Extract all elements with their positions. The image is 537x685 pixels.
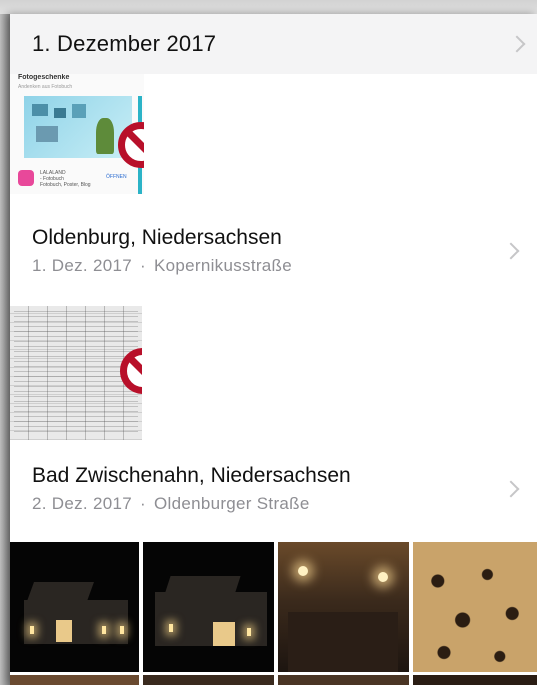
section-subtitle: 2. Dez. 2017 · Oldenburger Straße <box>32 494 351 514</box>
section-header-bad-zwischenahn[interactable]: Bad Zwischenahn, Niedersachsen 2. Dez. 2… <box>10 448 537 530</box>
ceiling-lamp <box>298 566 308 576</box>
section-date: 1. Dez. 2017 <box>32 256 132 275</box>
house-silhouette <box>155 592 267 646</box>
crowd-silhouette <box>288 612 398 672</box>
section-header-date[interactable]: 1. Dezember 2017 <box>10 14 537 74</box>
thumb-app-desc: Fotobuch, Poster, Blog <box>40 182 91 188</box>
section-date: 2. Dez. 2017 <box>32 494 132 513</box>
photo-thumbnail[interactable] <box>143 675 274 685</box>
roof-silhouette <box>25 582 95 604</box>
photo-thumbnail[interactable] <box>413 675 537 685</box>
app-icon <box>18 170 34 186</box>
section-header-oldenburg[interactable]: Oldenburg, Niedersachsen 1. Dez. 2017 · Ko… <box>10 210 537 292</box>
ceiling-lamp <box>378 572 388 582</box>
house-silhouette <box>24 600 128 644</box>
chevron-right-icon <box>502 242 520 260</box>
window-left-border <box>0 14 10 685</box>
photos-moments-view: 1. Dezember 2017 Fotogeschenke Andenken … <box>10 14 537 685</box>
section-street: Kopernikusstraße <box>153 256 292 275</box>
thumb-open-button: ÖFFNEN <box>106 174 127 180</box>
thumb-frame <box>32 104 48 116</box>
photo-thumbnail-screenshot[interactable]: Fotogeschenke Andenken aus Fotobuch LALA… <box>10 74 144 194</box>
photo-thumbnail[interactable] <box>413 542 537 672</box>
photo-thumbnail[interactable] <box>143 542 274 672</box>
photo-grid-row-partial <box>10 675 537 685</box>
photo-thumbnail[interactable] <box>10 675 139 685</box>
wall-light <box>30 626 34 634</box>
thumb-frame <box>72 104 86 118</box>
thumb-app-text: LALALAND - Fotobuch Fotobuch, Poster, Bl… <box>40 170 91 188</box>
section-subtitle: 1. Dez. 2017 · Kopernikusstraße <box>32 256 292 276</box>
wall-light <box>102 626 106 634</box>
thumb-heading: Fotogeschenke <box>18 74 70 81</box>
photo-thumbnail[interactable] <box>278 542 409 672</box>
thumb-plant <box>96 118 114 154</box>
wall-light <box>247 628 251 636</box>
section-title: 1. Dezember 2017 <box>32 31 217 56</box>
wall-light <box>120 626 124 634</box>
photo-thumbnail[interactable] <box>278 675 409 685</box>
wall-light <box>169 624 173 632</box>
section-title: Oldenburg, Niedersachsen <box>32 226 282 249</box>
thumb-frame <box>36 126 58 142</box>
photo-grid-row <box>10 542 537 672</box>
chevron-right-icon <box>508 35 526 53</box>
lit-door <box>213 622 235 646</box>
photo-thumbnail-document[interactable] <box>10 306 142 440</box>
thumb-subheading: Andenken aus Fotobuch <box>18 84 73 90</box>
chevron-right-icon <box>502 480 520 498</box>
roof-silhouette <box>163 576 241 598</box>
section-title: Bad Zwischenahn, Niedersachsen <box>32 464 351 487</box>
thumb-frame <box>54 108 66 118</box>
section-street: Oldenburger Straße <box>153 494 310 513</box>
photo-thumbnail[interactable] <box>10 542 139 672</box>
separator: · <box>140 494 146 513</box>
separator: · <box>140 256 146 275</box>
lit-door <box>56 620 72 642</box>
